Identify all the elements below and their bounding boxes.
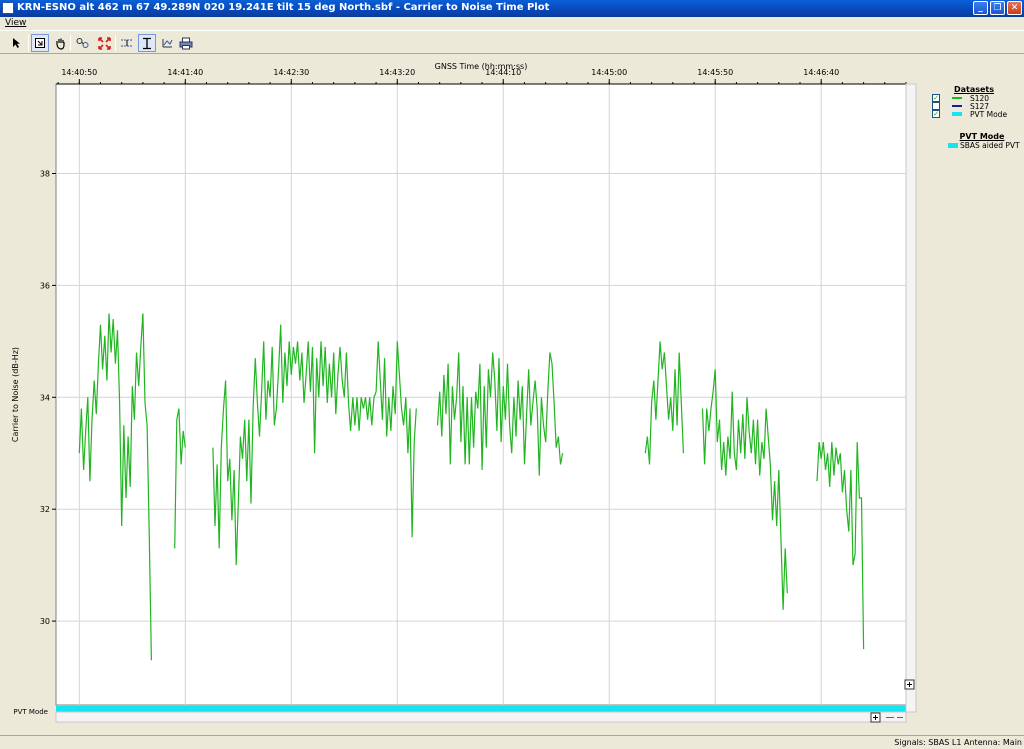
menu-view[interactable]: View xyxy=(5,18,26,28)
status-text: Signals: SBAS L1 Antenna: Main xyxy=(894,738,1022,747)
vertical-markers-icon xyxy=(143,37,151,49)
select-arrow-icon xyxy=(13,38,20,48)
horizontal-markers-icon xyxy=(121,39,133,47)
pvt-legend-label: SBAS aided PVT xyxy=(960,141,1020,150)
plot-area: 14:40:50 14:41:40 14:42:30 14:43:20 14:44:10… xyxy=(0,55,1024,735)
legend-label-pvt-mode: PVT Mode xyxy=(970,110,1008,119)
pvt-legend-swatch xyxy=(948,143,958,148)
legend-checkbox-pvt-mode[interactable]: ✓ xyxy=(932,110,940,118)
zoom-box-button[interactable] xyxy=(31,34,49,52)
maximize-button[interactable]: ❐ xyxy=(990,1,1005,15)
x-tick-label: 14:43:20 xyxy=(379,68,415,77)
toolbar xyxy=(0,30,1024,54)
toolbar-separator xyxy=(70,35,71,51)
y-tick-label: 36 xyxy=(40,281,50,290)
pvt-mode-legend: PVT Mode SBAS aided PVT xyxy=(944,132,1020,150)
vertical-markers-button[interactable] xyxy=(138,34,156,52)
minimize-icon: _ xyxy=(978,3,983,13)
horizontal-markers-button[interactable] xyxy=(118,34,136,52)
y-axis-label: Carrier to Noise (dB-Hz) xyxy=(11,347,20,442)
export-icon xyxy=(162,39,172,48)
x-tick-label: 14:42:30 xyxy=(273,68,309,77)
print-icon xyxy=(179,37,193,49)
status-bar: Signals: SBAS L1 Antenna: Main xyxy=(0,735,1024,749)
title-bar[interactable]: KRN-ESNO alt 462 m 67 49.289N 020 19.241… xyxy=(0,0,1024,17)
zoom-box-icon xyxy=(35,38,45,48)
legend-item-s120[interactable]: ✓ S120 xyxy=(928,94,1020,103)
legend-checkbox-s120[interactable]: ✓ xyxy=(932,94,940,102)
legend-checkbox-s127[interactable] xyxy=(932,102,940,110)
export-button[interactable] xyxy=(158,34,176,52)
x-axis-label: GNSS Time (hh:mm:ss) xyxy=(435,62,528,71)
pvt-mode-heading: PVT Mode xyxy=(959,132,1005,141)
fit-view-icon xyxy=(97,36,111,50)
datasets-heading: Datasets xyxy=(953,85,995,94)
cn0-time-plot[interactable]: 14:40:50 14:41:40 14:42:30 14:43:20 14:44:10… xyxy=(0,55,1024,735)
legend-swatch-s127 xyxy=(952,105,962,107)
x-tick-label: 14:45:00 xyxy=(591,68,627,77)
pvt-track-label: PVT Mode xyxy=(13,708,48,716)
vertical-scrollbar xyxy=(905,83,917,713)
print-button[interactable] xyxy=(177,34,195,52)
close-button[interactable]: ✕ xyxy=(1007,1,1022,15)
legend-swatch-pvt-mode xyxy=(952,112,962,116)
pvt-legend-item: SBAS aided PVT xyxy=(944,141,1020,150)
maximize-icon: ❐ xyxy=(993,3,1002,13)
legend-item-s127[interactable]: S127 xyxy=(928,102,1020,111)
select-button[interactable] xyxy=(8,34,26,52)
legend-item-pvt-mode[interactable]: ✓ PVT Mode xyxy=(928,110,1020,119)
horizontal-scrollbar xyxy=(55,711,907,723)
minimize-button[interactable]: _ xyxy=(973,1,988,15)
pvt-mode-bar xyxy=(56,706,906,712)
y-tick-label: 30 xyxy=(40,617,50,626)
legend-swatch-s120 xyxy=(952,97,962,99)
x-tick-label: 14:46:40 xyxy=(803,68,839,77)
x-tick-label: 14:45:50 xyxy=(697,68,733,77)
close-icon: ✕ xyxy=(1010,3,1019,13)
toolbar-separator xyxy=(28,35,29,51)
x-tick-label: 14:41:40 xyxy=(167,68,203,77)
fit-view-button[interactable] xyxy=(95,34,113,52)
pan-hand-icon xyxy=(55,38,65,50)
measure-button[interactable] xyxy=(74,34,92,52)
x-tick-label: 14:40:50 xyxy=(61,68,97,77)
y-tick-label: 38 xyxy=(40,170,50,179)
toolbar-separator xyxy=(115,35,116,51)
pan-button[interactable] xyxy=(51,34,69,52)
y-tick-label: 34 xyxy=(40,393,50,402)
app-icon xyxy=(2,2,14,14)
y-tick-label: 32 xyxy=(40,505,50,514)
window-title: KRN-ESNO alt 462 m 67 49.289N 020 19.241… xyxy=(17,2,550,13)
datasets-legend: Datasets ✓ S120 S127 ✓ PVT Mode xyxy=(928,85,1020,119)
measure-icon xyxy=(76,38,89,48)
menu-bar: View xyxy=(0,17,1024,30)
